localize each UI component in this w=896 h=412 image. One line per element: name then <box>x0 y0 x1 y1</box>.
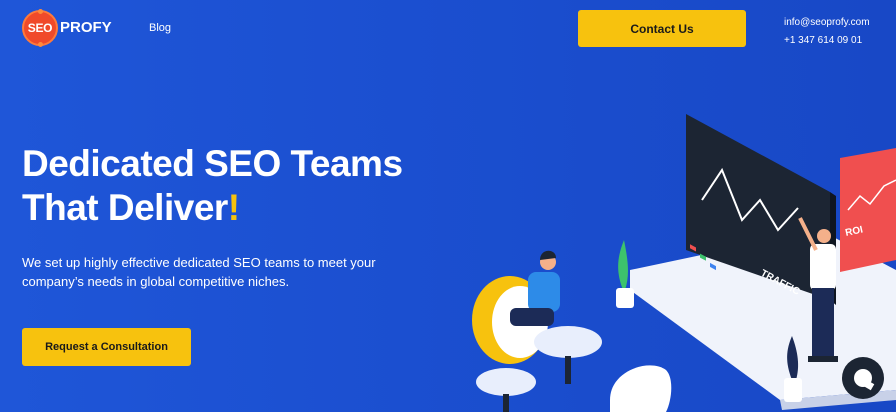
round-table-leg <box>565 356 571 384</box>
person-standing-shirt <box>810 244 836 290</box>
white-chair <box>610 365 672 412</box>
contact-us-button[interactable]: Contact Us <box>578 10 746 47</box>
plant-pot-right <box>784 378 802 402</box>
hero-title-line-1: Dedicated SEO Teams <box>22 143 403 184</box>
logo-badge-text: SEO <box>27 21 53 35</box>
plant-pot <box>616 288 634 308</box>
round-table-top <box>534 326 602 358</box>
hero-title: Dedicated SEO Teams That Deliver! <box>22 142 403 230</box>
request-consultation-button[interactable]: Request a Consultation <box>22 328 191 366</box>
person-sitting-shirt <box>528 272 560 312</box>
person-standing-head <box>817 229 831 243</box>
round-table-top-2 <box>476 368 536 396</box>
logo-wordmark: PROFY <box>60 19 112 36</box>
chat-button[interactable] <box>842 357 884 399</box>
hero-subtitle-line-2: company’s needs in global competitive ni… <box>22 274 290 289</box>
hero-title-exclamation: ! <box>227 187 240 228</box>
logo-badge-icon: SEO <box>22 9 58 47</box>
hero-illustration: TRAFFIC ROI <box>472 114 896 412</box>
chat-icon <box>854 369 872 387</box>
nav-link-blog[interactable]: Blog <box>149 22 171 34</box>
hero-title-line-2: That Deliver! <box>22 186 403 230</box>
contact-phone[interactable]: +1 347 614 09 01 <box>784 32 870 50</box>
seoprofy-logo[interactable]: SEO PROFY <box>22 9 117 47</box>
hero-title-text: That Deliver <box>22 187 228 228</box>
person-standing-shoe <box>808 356 838 362</box>
site-header: SEO PROFY Blog Contact Us info@seoprofy.… <box>0 0 896 60</box>
round-table-leg-2 <box>503 394 509 412</box>
contact-info: info@seoprofy.com +1 347 614 09 01 <box>784 14 870 50</box>
plant-icon <box>618 240 628 290</box>
contact-email[interactable]: info@seoprofy.com <box>784 14 870 32</box>
person-sitting-pants <box>510 308 554 326</box>
hero-subtitle-line-1: We set up highly effective dedicated SEO… <box>22 255 376 270</box>
person-standing-legs <box>812 288 834 358</box>
hero-subtitle: We set up highly effective dedicated SEO… <box>22 253 442 291</box>
